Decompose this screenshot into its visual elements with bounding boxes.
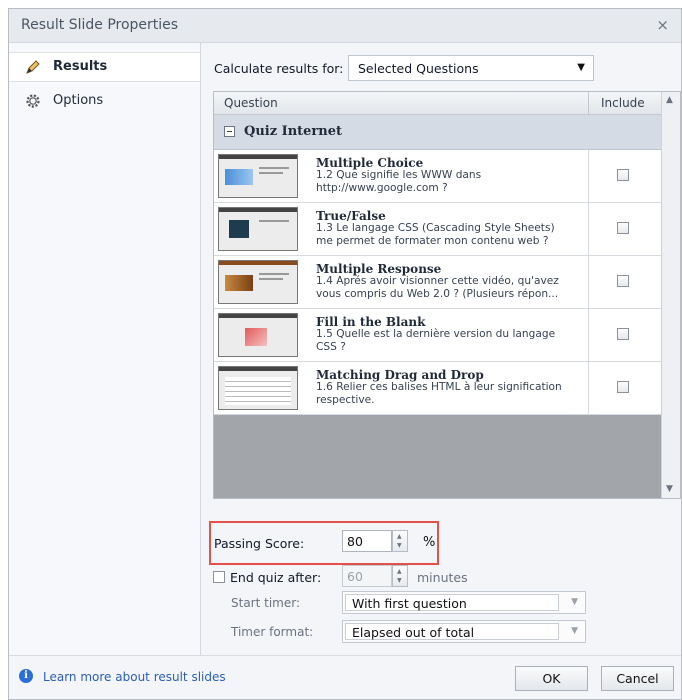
question-type: Multiple Choice	[316, 156, 424, 170]
chevron-down-icon: ▼	[571, 597, 578, 607]
table-row[interactable]: Matching Drag and Drop 1.6 Relier ces ba…	[214, 362, 662, 415]
sidebar-item-label: Results	[53, 59, 108, 74]
end-quiz-minutes-input[interactable]	[342, 565, 392, 587]
column-header-include: Include	[601, 96, 645, 110]
question-type: Fill in the Blank	[316, 315, 426, 329]
slide-thumbnail	[218, 260, 298, 304]
stepper-up-icon[interactable]: ▲	[397, 533, 402, 540]
info-icon: i	[19, 669, 33, 683]
gear-icon	[25, 93, 41, 109]
scroll-up-icon[interactable]: ▲	[666, 95, 673, 105]
question-text: 1.3 Le langage CSS (Cascading Style Shee…	[316, 222, 555, 247]
passing-score-stepper[interactable]: ▲ ▼	[392, 530, 408, 552]
dialog-title: Result Slide Properties	[21, 17, 179, 33]
end-quiz-stepper[interactable]: ▲ ▼	[392, 565, 408, 587]
stepper-up-icon[interactable]: ▲	[397, 568, 402, 575]
select-value-box: Elapsed out of total	[345, 623, 559, 640]
main-panel: Calculate results for: Selected Question…	[201, 43, 681, 655]
group-row: Quiz Internet	[214, 115, 662, 150]
collapse-toggle-icon[interactable]	[224, 126, 235, 137]
timer-format-value: Elapsed out of total	[352, 625, 475, 640]
title-bar: Result Slide Properties ×	[9, 9, 681, 43]
table-header: Question Include	[214, 92, 662, 115]
select-value-box: With first question	[345, 594, 559, 611]
question-type: Multiple Response	[316, 262, 442, 276]
question-text: 1.2 Que signifie les WWW dans http://www…	[316, 169, 482, 194]
start-timer-label: Start timer:	[231, 596, 301, 610]
sidebar-item-results[interactable]: Results	[9, 52, 200, 82]
timer-format-label: Timer format:	[231, 625, 314, 639]
table-row[interactable]: Multiple Response 1.4 Aprés avoir vision…	[214, 256, 662, 309]
help-link[interactable]: Learn more about result slides	[43, 670, 226, 684]
include-cell	[588, 203, 662, 255]
table-row[interactable]: Multiple Choice 1.2 Que signifie les WWW…	[214, 150, 662, 203]
column-header-include-cell: Include	[588, 92, 662, 114]
sidebar: Results Options	[9, 43, 201, 655]
question-type: Matching Drag and Drop	[316, 368, 484, 382]
calculate-results-value: Selected Questions	[358, 61, 479, 76]
include-cell	[588, 309, 662, 361]
passing-score-unit: %	[423, 535, 436, 550]
calculate-results-select[interactable]: Selected Questions ▼	[348, 55, 594, 81]
sidebar-item-label: Options	[53, 93, 104, 108]
passing-score-input[interactable]	[342, 530, 392, 552]
chevron-down-icon: ▼	[577, 62, 585, 73]
cancel-button[interactable]: Cancel	[601, 666, 674, 691]
dialog-footer: i Learn more about result slides OK Canc…	[9, 655, 681, 699]
timer-format-select[interactable]: Elapsed out of total ▼	[342, 620, 586, 643]
table-row[interactable]: Fill in the Blank 1.5 Quelle est la dern…	[214, 309, 662, 362]
vertical-scrollbar[interactable]: ▲ ▼	[661, 92, 680, 498]
slide-thumbnail	[218, 366, 298, 410]
slide-thumbnail	[218, 207, 298, 251]
include-checkbox[interactable]	[617, 381, 629, 393]
include-cell	[588, 150, 662, 202]
include-checkbox[interactable]	[617, 328, 629, 340]
end-quiz-unit: minutes	[417, 570, 468, 585]
column-header-question: Question	[224, 96, 278, 110]
include-checkbox[interactable]	[617, 275, 629, 287]
questions-table: Question Include Quiz Internet Multiple …	[213, 91, 681, 499]
ok-button[interactable]: OK	[515, 666, 588, 691]
slide-thumbnail	[218, 313, 298, 357]
passing-score-label: Passing Score:	[214, 536, 305, 551]
question-text: 1.6 Relier ces balises HTML à leur signi…	[316, 381, 562, 406]
include-checkbox[interactable]	[617, 222, 629, 234]
group-label: Quiz Internet	[244, 124, 343, 139]
question-text: 1.4 Aprés avoir visionner cette vidéo, q…	[316, 275, 559, 300]
question-type: True/False	[316, 209, 386, 223]
start-timer-value: With first question	[352, 596, 467, 611]
scroll-down-icon[interactable]: ▼	[666, 484, 673, 494]
stepper-down-icon[interactable]: ▼	[397, 542, 402, 549]
question-text: 1.5 Quelle est la dernière version du la…	[316, 328, 556, 353]
table-row[interactable]: True/False 1.3 Le langage CSS (Cascading…	[214, 203, 662, 256]
close-icon[interactable]: ×	[656, 16, 669, 34]
calculate-results-label: Calculate results for:	[214, 61, 344, 76]
start-timer-select[interactable]: With first question ▼	[342, 591, 586, 614]
sidebar-item-options[interactable]: Options	[9, 87, 200, 117]
end-quiz-checkbox[interactable]	[213, 571, 225, 583]
pencil-icon	[25, 59, 41, 75]
result-slide-properties-dialog: Result Slide Properties × Results Option…	[8, 8, 682, 700]
include-cell	[588, 256, 662, 308]
chevron-down-icon: ▼	[571, 626, 578, 636]
slide-thumbnail	[218, 154, 298, 198]
end-quiz-label: End quiz after:	[230, 570, 322, 585]
stepper-down-icon[interactable]: ▼	[397, 577, 402, 584]
include-cell	[588, 362, 662, 414]
include-checkbox[interactable]	[617, 169, 629, 181]
